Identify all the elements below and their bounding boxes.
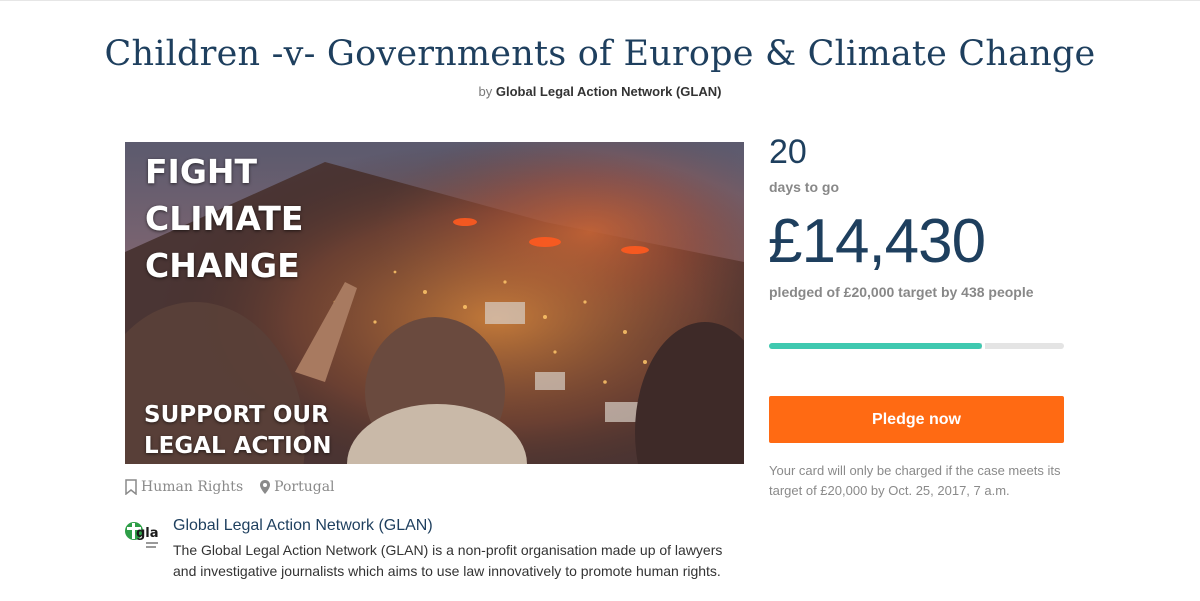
charge-note: Your card will only be charged if the ca… [769, 463, 1061, 498]
hero-tagline-line: SUPPORT OUR [144, 402, 329, 428]
pledged-summary: pledged of £20,000 target by 438 people [769, 284, 1034, 300]
organisation-description: The Global Legal Action Network (GLAN) i… [173, 542, 723, 579]
days-left-label: days to go [769, 179, 840, 195]
byline-prefix: by [478, 84, 493, 99]
tag-category[interactable]: Human Rights [124, 479, 243, 495]
days-left-value: 20 [769, 133, 807, 171]
author-link[interactable]: Global Legal Action Network (GLAN) [496, 84, 722, 99]
pledge-now-button[interactable]: Pledge now [769, 396, 1064, 443]
map-pin-icon [259, 479, 271, 495]
funding-progress-bar [769, 343, 1064, 349]
progress-separator [982, 343, 985, 349]
tag-category-label: Human Rights [141, 479, 244, 495]
bookmark-icon [124, 479, 138, 495]
hero-headline: FIGHT CLIMATE CHANGE [145, 148, 303, 289]
organisation-logo[interactable]: gla [124, 517, 160, 553]
tag-location[interactable]: Portugal [259, 479, 335, 495]
organisation-name-link[interactable]: Global Legal Action Network (GLAN) [173, 517, 433, 535]
tag-location-label: Portugal [274, 479, 335, 495]
top-divider [0, 0, 1200, 1]
logo-text: gla [136, 526, 159, 541]
amount-raised: £14,430 [768, 207, 986, 276]
page-title: Children -v- Governments of Europe & Cli… [104, 34, 1096, 74]
hero-tagline-line: LEGAL ACTION [144, 433, 332, 459]
progress-fill [769, 343, 982, 349]
hero-tagline: SUPPORT OUR LEGAL ACTION [144, 400, 331, 462]
hero-headline-line: CLIMATE [145, 199, 304, 238]
hero-headline-line: CHANGE [145, 246, 300, 285]
campaign-hero-image: FIGHT CLIMATE CHANGE SUPPORT OUR LEGAL A… [125, 142, 744, 464]
hero-headline-line: FIGHT [145, 152, 258, 191]
campaign-tags: Human Rights Portugal [124, 479, 335, 495]
byline: by Global Legal Action Network (GLAN) [0, 84, 1200, 99]
